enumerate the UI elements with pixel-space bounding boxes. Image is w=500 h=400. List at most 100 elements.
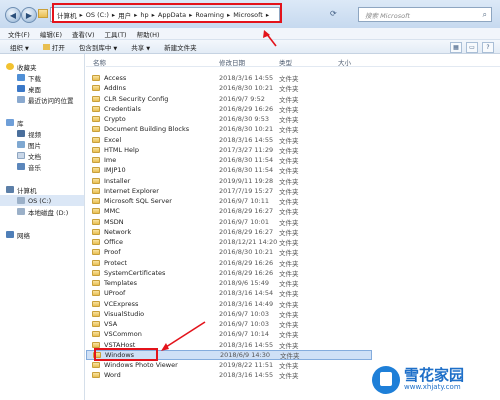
nav-drive-d[interactable]: 本地磁盘 (D:) — [17, 206, 68, 217]
include-in-library-button[interactable]: 包含到库中 ▼ — [79, 42, 117, 52]
file-row[interactable]: UProof 2018/3/16 14:54 文件夹 — [86, 288, 374, 298]
file-row[interactable]: Excel 2018/3/16 14:55 文件夹 — [86, 135, 374, 145]
forward-arrow-icon: ▶ — [25, 10, 33, 20]
breadcrumb-users[interactable]: 用户 — [118, 10, 131, 20]
file-date: 2016/9/7 10:14 — [219, 330, 269, 339]
open-button[interactable]: 打开 — [42, 42, 65, 52]
recent-places-icon — [17, 96, 25, 103]
file-name: IMJP10 — [104, 166, 126, 175]
nav-libraries[interactable]: 库 — [6, 117, 24, 128]
nav-computer[interactable]: 计算机 — [6, 184, 37, 195]
file-row[interactable]: Proof 2016/8/30 10:21 文件夹 — [86, 247, 374, 257]
file-type: 文件夹 — [279, 228, 299, 237]
file-row[interactable]: Access 2018/3/16 14:55 文件夹 — [86, 73, 374, 83]
file-type: 文件夹 — [279, 310, 299, 319]
nav-videos[interactable]: 视频 — [17, 128, 41, 139]
nav-label: 桌面 — [28, 85, 41, 94]
nav-drive-c[interactable]: OS (C:) — [0, 195, 84, 206]
file-date: 2018/3/16 14:55 — [219, 340, 274, 349]
file-name: HTML Help — [104, 145, 139, 154]
file-type: 文件夹 — [279, 146, 299, 155]
preview-pane-icon[interactable]: ▭ — [466, 42, 478, 53]
file-row[interactable]: Microsoft SQL Server 2016/9/7 10:11 文件夹 — [86, 196, 374, 206]
forward-button[interactable]: ▶ — [21, 7, 37, 23]
nav-music[interactable]: 音乐 — [17, 161, 41, 172]
file-date: 2016/9/7 10:03 — [219, 309, 269, 318]
file-row[interactable]: VisualStudio 2016/9/7 10:03 文件夹 — [86, 309, 374, 319]
title-bar: ◀ ▶ 计算机 ▸ OS (C:) ▸ 用户 ▸ hp ▸ AppData ▸ Roami… — [0, 0, 500, 29]
organize-button[interactable]: 组织 ▼ — [10, 42, 29, 52]
breadcrumb-computer[interactable]: 计算机 — [57, 10, 77, 20]
file-row[interactable]: CLR Security Config 2016/9/7 9:52 文件夹 — [86, 94, 374, 104]
breadcrumb-appdata[interactable]: AppData — [158, 11, 186, 19]
file-row[interactable]: VSCommon 2016/9/7 10:14 文件夹 — [86, 329, 374, 339]
new-folder-button[interactable]: 新建文件夹 — [164, 42, 197, 52]
menu-view[interactable]: 查看(V) — [72, 29, 95, 39]
breadcrumb-hp[interactable]: hp — [140, 11, 148, 19]
file-row[interactable]: Installer 2019/9/11 19:28 文件夹 — [86, 176, 374, 186]
file-date: 2019/8/22 11:51 — [219, 361, 274, 370]
breadcrumb-drive-c[interactable]: OS (C:) — [86, 11, 109, 19]
file-name: Installer — [104, 176, 131, 185]
column-name[interactable]: 名称 — [93, 57, 106, 67]
file-row[interactable]: AddIns 2016/8/30 10:21 文件夹 — [86, 83, 374, 93]
column-type[interactable]: 类型 — [279, 57, 292, 67]
refresh-icon[interactable]: ⟳ — [330, 9, 337, 18]
nav-label: 文档 — [28, 152, 41, 161]
file-row[interactable]: Templates 2018/9/6 15:49 文件夹 — [86, 278, 374, 288]
breadcrumb-roaming[interactable]: Roaming — [195, 11, 224, 19]
file-row[interactable]: Crypto 2016/8/30 9:53 文件夹 — [86, 114, 374, 124]
breadcrumb-microsoft[interactable]: Microsoft — [233, 11, 263, 19]
nav-favorites[interactable]: 收藏夹 — [6, 61, 37, 72]
file-row[interactable]: MMC 2016/8/29 16:27 文件夹 — [86, 206, 374, 216]
file-date: 2018/6/9 14:30 — [220, 350, 270, 359]
search-input[interactable]: 搜索 Microsoft ⌕ — [358, 7, 492, 22]
column-date[interactable]: 修改日期 — [219, 57, 245, 67]
file-type: 文件夹 — [279, 187, 299, 196]
column-size[interactable]: 大小 — [338, 57, 351, 67]
folder-icon — [92, 157, 100, 164]
file-row[interactable]: Document Building Blocks 2016/8/30 10:21 文… — [86, 124, 374, 134]
file-date: 2016/8/29 16:27 — [219, 207, 274, 216]
download-icon — [17, 74, 25, 81]
file-date: 2017/3/27 11:29 — [219, 145, 274, 154]
file-row[interactable]: Internet Explorer 2017/7/19 15:27 文件夹 — [86, 186, 374, 196]
share-button[interactable]: 共享 ▼ — [131, 42, 150, 52]
help-icon[interactable]: ? — [482, 42, 494, 53]
file-type: 文件夹 — [279, 167, 299, 176]
file-type: 文件夹 — [279, 290, 299, 299]
file-row[interactable]: HTML Help 2017/3/27 11:29 文件夹 — [86, 145, 374, 155]
file-row[interactable]: Ime 2016/8/30 11:54 文件夹 — [86, 155, 374, 165]
file-row[interactable]: VCExpress 2018/3/16 14:49 文件夹 — [86, 299, 374, 309]
file-row[interactable]: Protect 2016/8/29 16:26 文件夹 — [86, 258, 374, 268]
file-row[interactable]: Network 2016/8/29 16:27 文件夹 — [86, 227, 374, 237]
menu-file[interactable]: 文件(F) — [8, 29, 30, 39]
nav-pictures[interactable]: 图片 — [17, 139, 41, 150]
file-type: 文件夹 — [279, 95, 299, 104]
file-row[interactable]: VSA 2016/9/7 10:03 文件夹 — [86, 319, 374, 329]
file-type: 文件夹 — [279, 136, 299, 145]
menu-tools[interactable]: 工具(T) — [105, 29, 127, 39]
back-button[interactable]: ◀ — [5, 7, 21, 23]
file-row[interactable]: SystemCertificates 2016/8/29 16:26 文件夹 — [86, 268, 374, 278]
nav-recent[interactable]: 最近访问的位置 — [17, 94, 74, 105]
nav-desktop[interactable]: 桌面 — [17, 83, 41, 94]
nav-documents[interactable]: 文档 — [17, 150, 41, 161]
file-type: 文件夹 — [279, 218, 299, 227]
nav-downloads[interactable]: 下载 — [17, 72, 41, 83]
change-view-icon[interactable]: ▦ — [450, 42, 462, 53]
file-row[interactable]: Credentials 2016/8/29 16:26 文件夹 — [86, 104, 374, 114]
menu-help[interactable]: 帮助(H) — [137, 29, 160, 39]
file-row[interactable]: Windows Photo Viewer 2019/8/22 11:51 文件夹 — [86, 360, 374, 370]
file-row[interactable]: IMJP10 2016/8/30 11:54 文件夹 — [86, 165, 374, 175]
menu-edit[interactable]: 编辑(E) — [40, 29, 62, 39]
nav-network[interactable]: 网络 — [6, 229, 30, 240]
file-row[interactable]: Office 2018/12/21 14:20 文件夹 — [86, 237, 374, 247]
address-bar[interactable]: 计算机 ▸ OS (C:) ▸ 用户 ▸ hp ▸ AppData ▸ Roaming ▸ … — [50, 7, 280, 22]
search-icon[interactable]: ⌕ — [483, 10, 487, 20]
command-toolbar: 组织 ▼ 打开 包含到库中 ▼ 共享 ▼ 新建文件夹 — [0, 40, 500, 54]
file-date: 2016/9/7 9:52 — [219, 94, 265, 103]
video-icon — [17, 130, 25, 137]
file-row[interactable]: MSDN 2016/9/7 10:01 文件夹 — [86, 217, 374, 227]
file-row[interactable]: Word 2018/3/16 14:55 文件夹 — [86, 370, 374, 380]
